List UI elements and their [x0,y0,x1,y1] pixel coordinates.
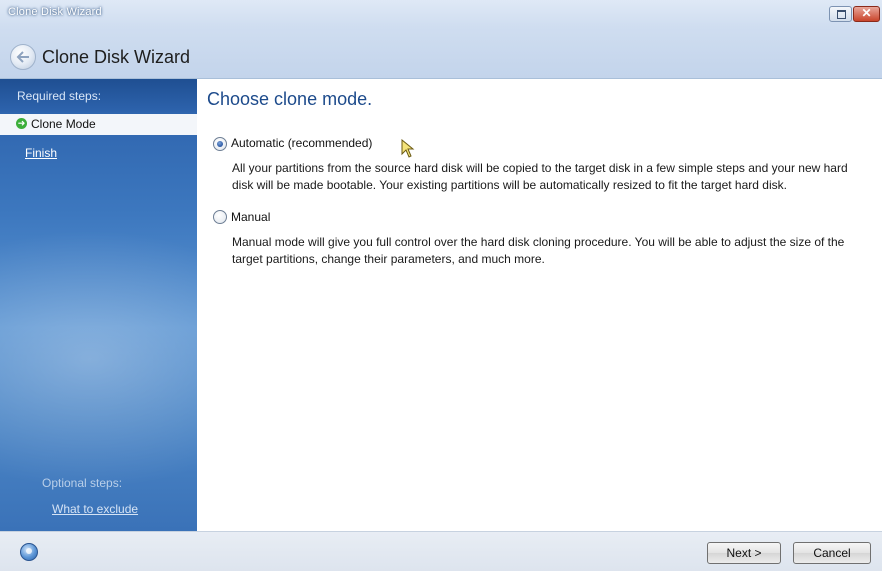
steps-sidebar: Required steps: ➜ Clone Mode Finish Optio… [0,79,197,531]
close-button[interactable]: ✕ [853,6,880,22]
automatic-option-label[interactable]: Automatic (recommended) [231,136,372,150]
sidebar-item-finish[interactable]: Finish [25,146,57,160]
back-button[interactable] [10,44,36,70]
back-arrow-icon [16,51,29,63]
automatic-radio[interactable] [213,137,227,151]
sidebar-item-label: Clone Mode [31,117,96,131]
footer-bar: Next > Cancel [0,531,882,571]
current-step-arrow-icon: ➜ [16,118,27,130]
mouse-cursor-icon [401,139,415,158]
next-button[interactable]: Next > [707,542,781,564]
sidebar-item-what-to-exclude[interactable]: What to exclude [52,502,138,516]
required-steps-header: Required steps: [0,79,197,112]
optional-steps-header: Optional steps: [42,476,123,490]
close-icon: ✕ [861,6,872,20]
title-bar: Clone Disk Wizard Clone Disk Wizard ✕ [0,0,882,79]
cancel-button[interactable]: Cancel [793,542,871,564]
help-icon[interactable] [20,543,38,561]
window-title: Clone Disk Wizard [8,6,102,18]
manual-radio[interactable] [213,210,227,224]
automatic-option-description: All your partitions from the source hard… [232,161,848,192]
manual-option-label[interactable]: Manual [231,210,270,224]
wizard-title: Clone Disk Wizard [42,47,191,67]
manual-option-description: Manual mode will give you full control o… [232,235,845,266]
sidebar-item-clone-mode[interactable]: ➜ Clone Mode [0,114,197,135]
clone-disk-wizard-window: Clone Disk Wizard Clone Disk Wizard ✕ Re… [0,0,882,571]
page-title: Choose clone mode. [207,89,373,109]
maximize-button[interactable] [829,6,852,22]
main-content: Choose clone mode. Automatic (recommende… [197,79,882,531]
